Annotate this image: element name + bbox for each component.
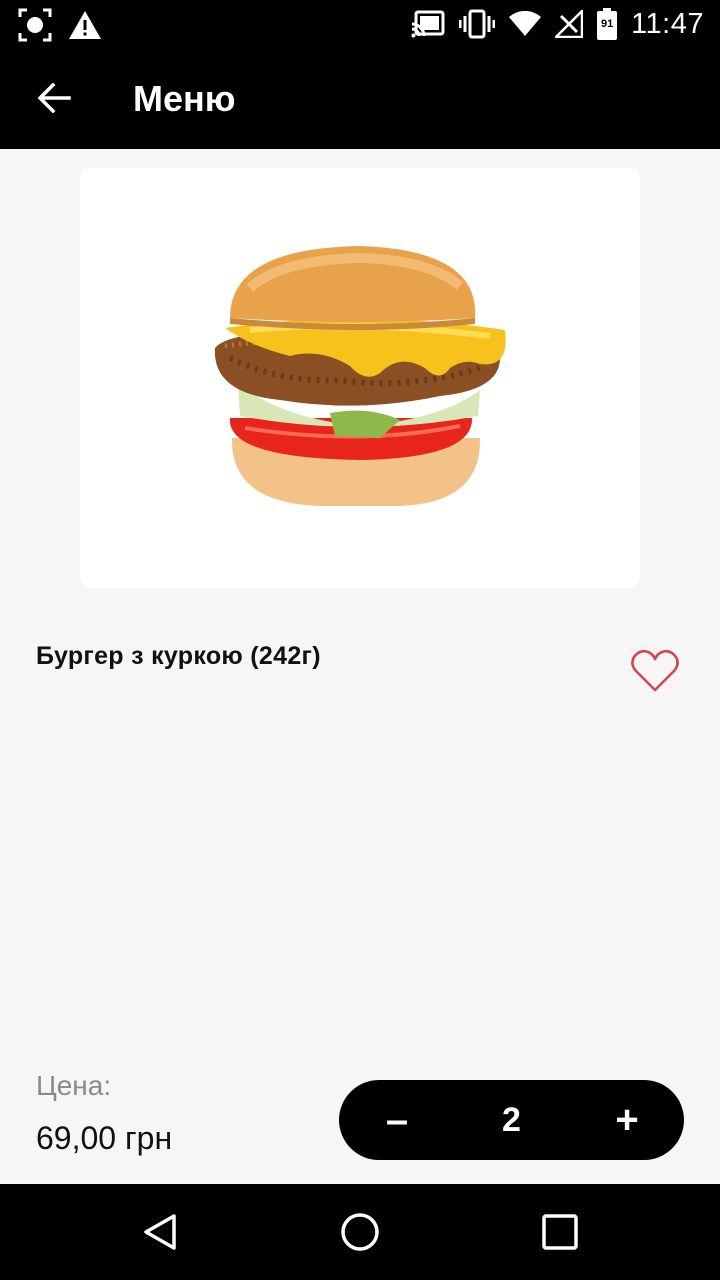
- recents-square-icon: [542, 1214, 578, 1250]
- increase-button[interactable]: +: [587, 1080, 667, 1160]
- home-circle-icon: [341, 1213, 379, 1251]
- arrow-left-icon: [37, 83, 71, 113]
- quantity-value: 2: [502, 1100, 521, 1139]
- wifi-icon: [509, 11, 542, 37]
- signal-icon: [555, 10, 584, 38]
- battery-icon: 91: [597, 8, 618, 40]
- back-button[interactable]: [24, 70, 84, 126]
- favorite-button[interactable]: [628, 646, 682, 696]
- cast-icon: [411, 10, 445, 38]
- product-image-card: [80, 168, 640, 588]
- vibrate-icon: [459, 9, 496, 39]
- status-bar: 91 11:47: [0, 0, 720, 48]
- price-value: 69,00 грн: [36, 1120, 173, 1156]
- nav-recents-button[interactable]: [530, 1206, 590, 1258]
- page-title: Меню: [133, 78, 236, 119]
- price-label: Цена:: [36, 1070, 112, 1101]
- battery-level: 91: [600, 18, 614, 30]
- screenshot-icon: [18, 8, 52, 42]
- warning-icon: [68, 10, 102, 40]
- back-triangle-icon: [144, 1214, 176, 1250]
- nav-home-button[interactable]: [330, 1206, 390, 1258]
- status-time: 11:47: [631, 7, 704, 40]
- app-bar: Меню: [0, 48, 720, 149]
- heart-outline-icon: [631, 649, 679, 692]
- product-title: Бургер з куркою (242г): [36, 642, 321, 670]
- navigation-bar: [0, 1184, 720, 1280]
- burger-image: [214, 246, 506, 506]
- quantity-stepper: – 2 +: [339, 1080, 684, 1160]
- decrease-button[interactable]: –: [357, 1080, 437, 1160]
- nav-back-button[interactable]: [130, 1206, 190, 1258]
